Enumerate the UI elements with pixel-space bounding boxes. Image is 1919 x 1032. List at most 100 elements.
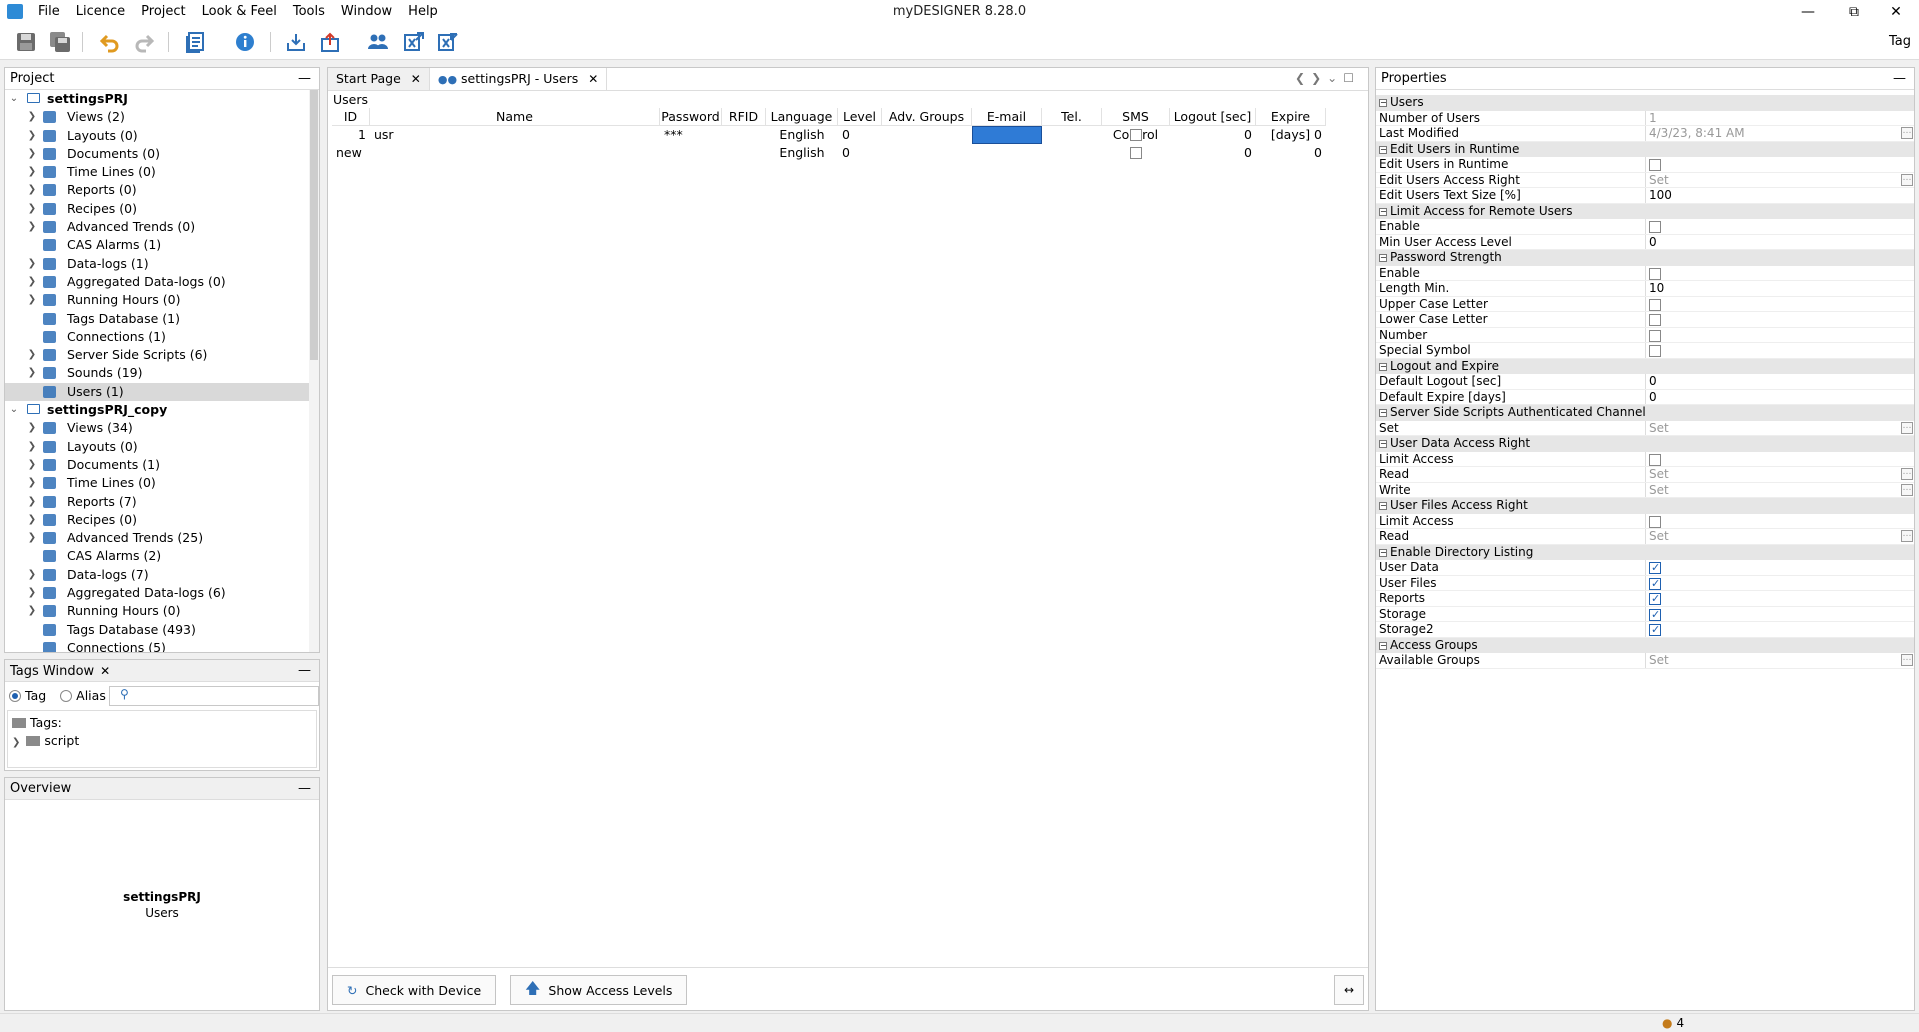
cell-expire[interactable]: 0 bbox=[1256, 126, 1326, 144]
property-value-cell[interactable] bbox=[1646, 297, 1914, 312]
more-icon[interactable]: … bbox=[1901, 468, 1913, 480]
tree-item[interactable]: ❯ Views (34) bbox=[5, 419, 309, 437]
chevron-right-icon[interactable]: ❯ bbox=[27, 602, 37, 620]
cell-password[interactable]: *** bbox=[660, 126, 722, 144]
property-category[interactable]: − Server Side Scripts Authenticated Chann… bbox=[1376, 405, 1914, 421]
properties-minimize-icon[interactable]: — bbox=[1893, 68, 1906, 90]
column-header[interactable]: Password bbox=[660, 108, 722, 126]
tree-item[interactable]: ❯ Advanced Trends (25) bbox=[5, 529, 309, 547]
cell-logout[interactable]: 0 bbox=[1170, 126, 1256, 144]
tree-item[interactable]: ❯ Documents (1) bbox=[5, 456, 309, 474]
cell-sms[interactable] bbox=[1102, 144, 1170, 162]
tab-right-icon[interactable]: ❯ bbox=[1311, 71, 1327, 85]
cell-language[interactable]: English bbox=[766, 144, 838, 162]
tags-window-close-icon[interactable]: ✕ bbox=[100, 664, 110, 678]
column-header[interactable]: E-mail bbox=[972, 108, 1042, 126]
property-checkbox[interactable] bbox=[1649, 560, 1661, 576]
chevron-right-icon[interactable]: ❯ bbox=[27, 218, 37, 236]
column-header[interactable]: SMS Control bbox=[1102, 108, 1170, 142]
close-tab-icon[interactable]: ✕ bbox=[411, 72, 421, 86]
sms-checkbox[interactable] bbox=[1130, 129, 1142, 141]
cell-id[interactable]: new bbox=[332, 144, 370, 162]
tree-item[interactable]: ❯ Layouts (0) bbox=[5, 438, 309, 456]
collapse-icon[interactable]: − bbox=[1379, 254, 1387, 262]
tree-item[interactable]: ❯ Layouts (0) bbox=[5, 127, 309, 145]
property-value-cell[interactable]: Set… bbox=[1646, 483, 1914, 498]
chevron-right-icon[interactable]: ❯ bbox=[27, 584, 37, 602]
property-value-cell[interactable] bbox=[1646, 591, 1914, 607]
property-value-cell[interactable] bbox=[1646, 452, 1914, 467]
property-value-cell[interactable] bbox=[1646, 607, 1914, 622]
property-value[interactable]: Set bbox=[1649, 173, 1669, 187]
chevron-right-icon[interactable]: ❯ bbox=[27, 474, 37, 492]
property-value-cell[interactable] bbox=[1646, 219, 1914, 234]
tree-item[interactable]: Connections (5) bbox=[5, 639, 309, 652]
property-value[interactable]: 1 bbox=[1649, 111, 1657, 125]
property-checkbox[interactable] bbox=[1649, 298, 1661, 311]
property-value-cell[interactable]: 0 bbox=[1646, 390, 1914, 405]
cell-name[interactable] bbox=[370, 144, 660, 162]
menu-window[interactable]: Window bbox=[333, 0, 400, 24]
tree-item[interactable]: ❯ Reports (7) bbox=[5, 493, 309, 511]
fit-columns-button[interactable]: ↔ bbox=[1334, 975, 1364, 1005]
cell-rfid[interactable] bbox=[722, 126, 766, 144]
property-checkbox[interactable] bbox=[1649, 329, 1661, 342]
cell-email[interactable] bbox=[972, 144, 1042, 162]
column-header[interactable]: Name bbox=[370, 108, 660, 126]
cell-rfid[interactable] bbox=[722, 144, 766, 162]
tags-window-tab[interactable]: Tags Window bbox=[10, 664, 94, 679]
chevron-right-icon[interactable]: ❯ bbox=[27, 438, 37, 456]
tree-project[interactable]: ⌄ settingsPRJ_copy bbox=[5, 401, 309, 419]
restore-icon[interactable]: ⧉ bbox=[1831, 0, 1877, 24]
cell-sms[interactable] bbox=[1102, 126, 1170, 144]
save-icon[interactable] bbox=[14, 30, 38, 54]
tree-item[interactable]: ❯ Recipes (0) bbox=[5, 511, 309, 529]
import-icon[interactable] bbox=[284, 30, 308, 54]
property-value[interactable]: 10 bbox=[1649, 281, 1664, 295]
tree-item[interactable]: Tags Database (1) bbox=[5, 310, 309, 328]
chevron-right-icon[interactable]: ❯ bbox=[27, 273, 37, 291]
tab-list-icon[interactable]: ⌄ bbox=[1327, 71, 1343, 85]
property-category[interactable]: − Access Groups bbox=[1376, 637, 1914, 653]
tags-search-input[interactable]: ⚲ bbox=[109, 686, 319, 706]
chevron-right-icon[interactable]: ❯ bbox=[27, 493, 37, 511]
property-category[interactable]: − Users bbox=[1376, 95, 1914, 111]
tag-toolbar-button[interactable]: Tag bbox=[1889, 34, 1911, 49]
menu-look-feel[interactable]: Look & Feel bbox=[194, 0, 285, 24]
collapse-icon[interactable]: − bbox=[1379, 362, 1387, 371]
tree-project[interactable]: ⌄ settingsPRJ bbox=[5, 90, 309, 108]
tree-item[interactable]: ❯ Time Lines (0) bbox=[5, 163, 309, 181]
property-value-cell[interactable]: 0 bbox=[1646, 374, 1914, 389]
property-value-cell[interactable]: Set… bbox=[1646, 653, 1914, 668]
chevron-right-icon[interactable]: ❯ bbox=[27, 456, 37, 474]
more-icon[interactable]: … bbox=[1901, 530, 1913, 542]
save-all-icon[interactable] bbox=[48, 30, 72, 54]
tree-item[interactable]: ❯ Time Lines (0) bbox=[5, 474, 309, 492]
tree-item[interactable]: ❯ Running Hours (0) bbox=[5, 602, 309, 620]
chevron-right-icon[interactable]: ❯ bbox=[27, 419, 37, 437]
property-value-cell[interactable]: Set… bbox=[1646, 467, 1914, 482]
chevron-right-icon[interactable]: ❯ bbox=[27, 145, 37, 163]
property-category[interactable]: − Edit Users in Runtime bbox=[1376, 141, 1914, 157]
cell-expire[interactable]: 0 bbox=[1256, 144, 1326, 162]
chevron-right-icon[interactable]: ❯ bbox=[27, 163, 37, 181]
chevron-right-icon[interactable]: ❯ bbox=[12, 737, 20, 748]
property-value-cell[interactable] bbox=[1646, 343, 1914, 358]
collapse-icon[interactable]: − bbox=[1379, 207, 1387, 216]
menu-project[interactable]: Project bbox=[133, 0, 193, 24]
more-icon[interactable]: … bbox=[1901, 421, 1913, 434]
property-checkbox[interactable] bbox=[1649, 267, 1661, 280]
tab-users[interactable]: ●● settingsPRJ - Users ✕ bbox=[429, 68, 608, 90]
maximize-editor-icon[interactable]: ☐ bbox=[1343, 71, 1360, 85]
cell-tel[interactable] bbox=[1042, 144, 1102, 162]
property-value[interactable]: 0 bbox=[1649, 235, 1657, 249]
table-row[interactable]: 1 usr *** English 0 0 0 bbox=[332, 126, 1364, 144]
chevron-right-icon[interactable]: ❯ bbox=[27, 127, 37, 145]
column-header[interactable]: ID bbox=[332, 108, 370, 126]
tags-minimize-icon[interactable]: — bbox=[298, 660, 311, 682]
property-value-cell[interactable]: 100 bbox=[1646, 188, 1914, 203]
more-icon[interactable]: … bbox=[1901, 483, 1913, 496]
cell-language[interactable]: English bbox=[766, 126, 838, 144]
collapse-icon[interactable]: − bbox=[1379, 502, 1387, 510]
sms-checkbox[interactable] bbox=[1130, 147, 1142, 159]
